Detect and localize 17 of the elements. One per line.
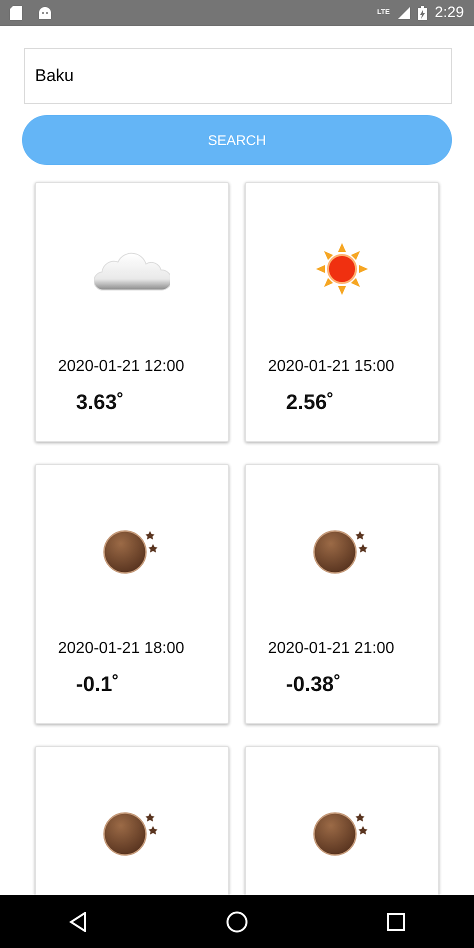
forecast-date: 2020-01-21 21:00: [268, 639, 396, 659]
forecast-date: 2020-01-21 15:00: [268, 357, 396, 377]
clock: 2:29: [434, 2, 464, 23]
battery-icon: [418, 6, 427, 20]
forecast-date: 2020-01-21 12:00: [58, 357, 186, 377]
city-input-field[interactable]: Baku: [24, 48, 452, 104]
back-icon[interactable]: [69, 912, 88, 932]
temperature: 2.56˚: [286, 390, 335, 416]
sd-card-icon: [10, 6, 22, 20]
temperature: -0.38˚: [286, 672, 342, 698]
recents-icon[interactable]: [386, 912, 405, 930]
home-icon[interactable]: [226, 910, 248, 932]
forecast-date: 2020-01-21 18:00: [58, 639, 186, 659]
signal-icon: [398, 7, 410, 19]
temperature: 3.63˚: [76, 390, 125, 416]
sun-icon: [316, 243, 368, 295]
temperature: -0.1˚: [76, 672, 120, 698]
